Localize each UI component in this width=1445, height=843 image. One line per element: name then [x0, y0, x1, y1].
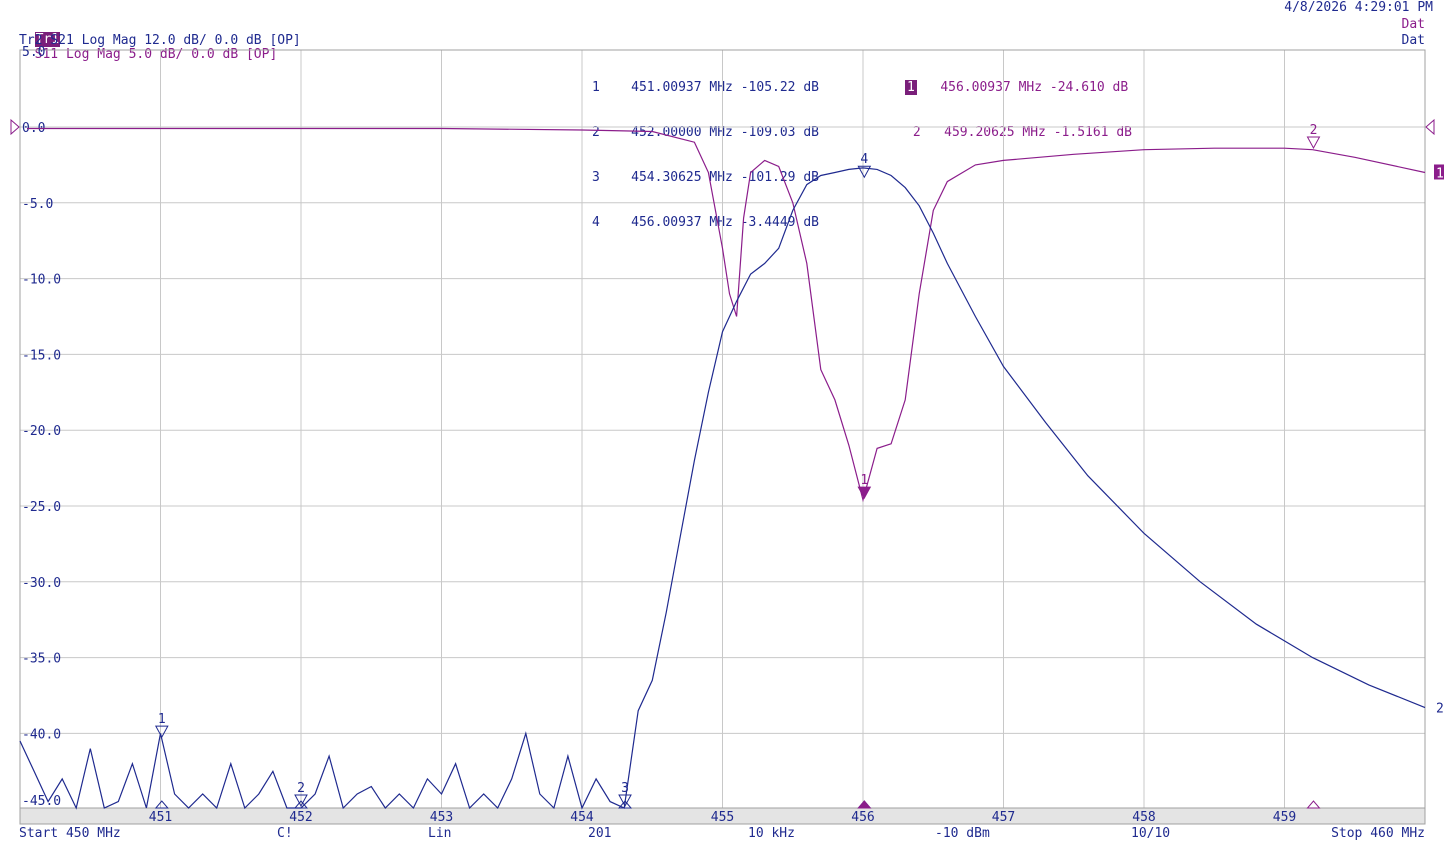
marker-label: 1 — [860, 473, 868, 488]
start-frequency[interactable]: Start 450 MHz — [19, 826, 121, 841]
x-tick-label: 451 — [149, 810, 172, 825]
marker-label: 1 — [158, 712, 166, 727]
stop-frequency[interactable]: Stop 460 MHz — [1331, 826, 1425, 841]
x-tick-label: 457 — [992, 810, 1015, 825]
y-tick-label: -15.0 — [22, 348, 61, 363]
x-tick-label: 455 — [711, 810, 734, 825]
y-tick-label: -20.0 — [22, 424, 61, 439]
y-tick-label: -10.0 — [22, 273, 61, 288]
marker-position-indicator-icon — [154, 800, 169, 809]
averaging[interactable]: 10/10 — [1131, 826, 1170, 841]
source-power[interactable]: -10 dBm — [935, 826, 990, 841]
y-tick-label: -5.0 — [22, 197, 53, 212]
cal-status[interactable]: C! — [277, 826, 293, 841]
marker-s21-1-icon — [154, 725, 169, 739]
x-tick-label: 456 — [851, 810, 874, 825]
marker-label: 4 — [860, 152, 868, 167]
marker-label: 2 — [297, 781, 305, 796]
marker-position-indicator-icon — [857, 800, 872, 809]
x-tick-label: 452 — [289, 810, 312, 825]
ref-level-right-icon — [1425, 118, 1435, 136]
y-tick-label: 5.0 — [22, 45, 45, 60]
y-tick-label: -25.0 — [22, 500, 61, 515]
x-tick-label: 454 — [570, 810, 594, 825]
x-tick-label: 458 — [1132, 810, 1155, 825]
trace-end-label: 2 — [1436, 702, 1444, 717]
marker-label: 2 — [1310, 123, 1318, 138]
sweep-points[interactable]: 201 — [588, 826, 611, 841]
sweep-type[interactable]: Lin — [428, 826, 451, 841]
y-tick-label: -35.0 — [22, 652, 61, 667]
marker-s11-1-icon — [857, 486, 872, 500]
trace-s11 — [27, 127, 1426, 503]
y-tick-label: -40.0 — [22, 727, 61, 742]
trace-end-label: 1 — [1436, 166, 1444, 181]
x-tick-label: 453 — [430, 810, 453, 825]
y-tick-label: -30.0 — [22, 576, 61, 591]
vna-chart[interactable]: 5.00.0-5.0-10.0-15.0-20.0-25.0-30.0-35.0… — [0, 0, 1445, 843]
if-bandwidth[interactable]: 10 kHz — [748, 826, 795, 841]
ref-level-left-icon — [10, 118, 20, 136]
marker-position-indicator-icon — [1306, 800, 1321, 809]
marker-s11-2-icon — [1306, 136, 1321, 150]
marker-label: 3 — [621, 781, 629, 796]
y-tick-label: -45.0 — [22, 794, 61, 809]
x-tick-label: 459 — [1273, 810, 1296, 825]
